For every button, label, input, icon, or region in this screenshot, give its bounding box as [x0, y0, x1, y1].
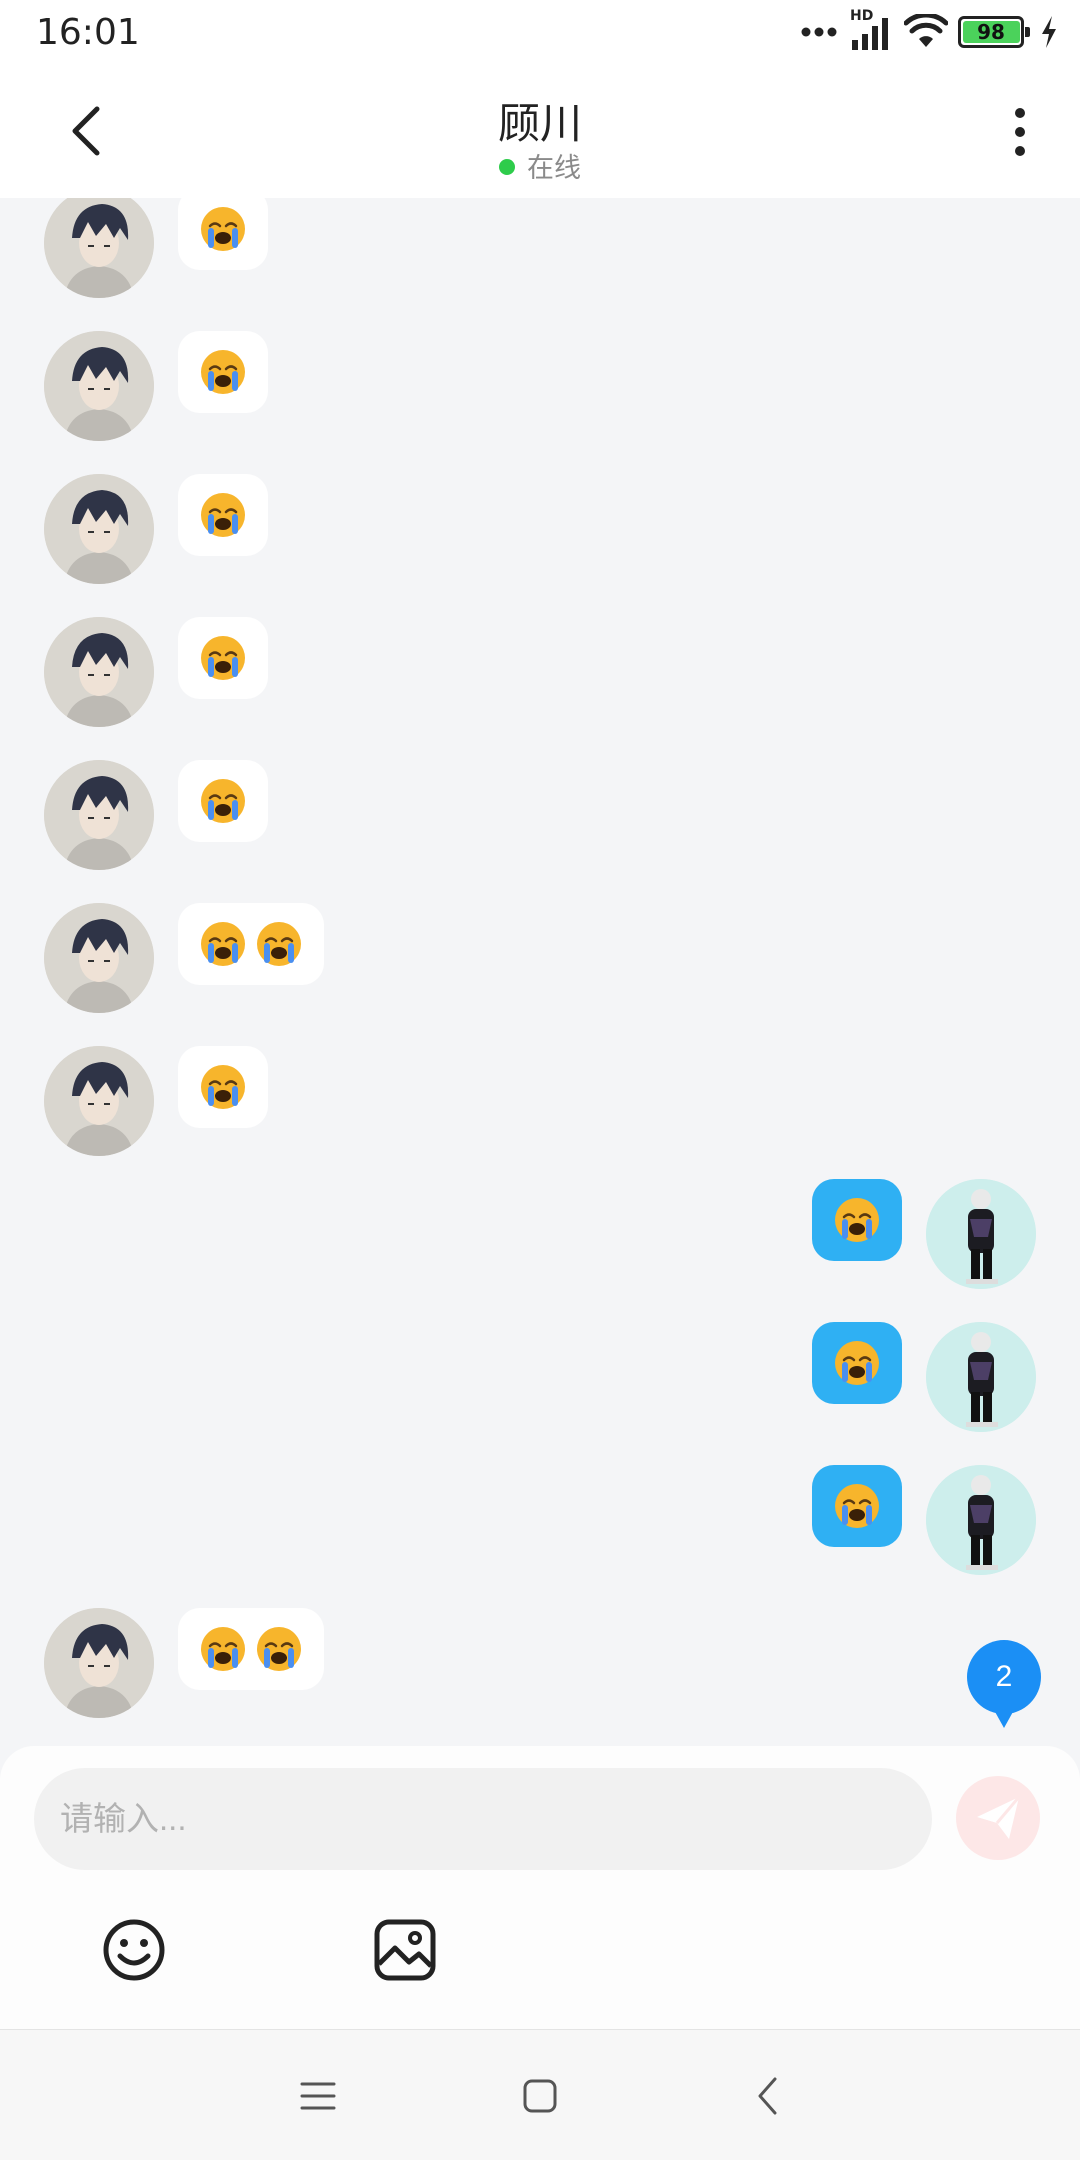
more-vertical-icon [1015, 108, 1025, 118]
message-bubble[interactable] [812, 1179, 902, 1261]
image-icon [374, 1919, 436, 1981]
contact-name: 顾川 [497, 100, 582, 147]
message-bubble[interactable] [178, 617, 268, 699]
loudly-crying-emoji-icon [198, 204, 248, 254]
contact-avatar[interactable] [44, 198, 154, 298]
loudly-crying-emoji-icon [832, 1481, 882, 1531]
contact-avatar[interactable] [44, 760, 154, 870]
more-vertical-icon-dot [1015, 127, 1025, 137]
loudly-crying-emoji-icon [832, 1195, 882, 1245]
incoming-message [44, 760, 268, 870]
my-avatar[interactable] [926, 1322, 1036, 1432]
system-back-button[interactable] [738, 2066, 798, 2126]
message-bubble[interactable] [178, 1608, 324, 1690]
incoming-message [44, 1608, 324, 1718]
contact-avatar[interactable] [44, 903, 154, 1013]
loudly-crying-emoji-icon [832, 1338, 882, 1388]
message-bubble[interactable] [812, 1322, 902, 1404]
send-button[interactable] [956, 1776, 1040, 1860]
message-bubble[interactable] [178, 760, 268, 842]
incoming-message [44, 1046, 268, 1156]
outgoing-message [812, 1322, 1036, 1432]
battery-percent: 98 [977, 20, 1005, 44]
online-indicator [499, 159, 515, 175]
outgoing-message [812, 1465, 1036, 1575]
message-list[interactable] [0, 198, 1080, 1746]
message-bubble[interactable] [178, 1046, 268, 1128]
loudly-crying-emoji-icon [198, 490, 248, 540]
paper-plane-icon [977, 1796, 1021, 1839]
message-bubble[interactable] [812, 1465, 902, 1547]
signal-dots-icon [801, 27, 837, 37]
contact-avatar[interactable] [44, 331, 154, 441]
incoming-message [44, 903, 324, 1013]
emoji-button[interactable] [100, 1916, 168, 1984]
back-icon [758, 2077, 777, 2115]
charging-bolt-icon [1042, 16, 1056, 48]
more-vertical-icon-dot [1015, 146, 1025, 156]
loudly-crying-emoji-icon [198, 776, 248, 826]
message-bubble[interactable] [178, 903, 324, 985]
incoming-message [44, 198, 268, 298]
contact-avatar[interactable] [44, 1046, 154, 1156]
emoji-smile-icon [103, 1919, 165, 1981]
menu-button[interactable] [288, 2066, 348, 2126]
loudly-crying-emoji-icon [254, 1624, 304, 1674]
outgoing-message [812, 1179, 1036, 1289]
cellular-signal-icon: HD [850, 8, 894, 52]
status-time: 16:01 [36, 12, 140, 53]
incoming-message [44, 617, 268, 727]
contact-avatar[interactable] [44, 474, 154, 584]
loudly-crying-emoji-icon [198, 1624, 248, 1674]
status-bar: 16:01 HD 98 [0, 0, 1080, 66]
my-avatar[interactable] [926, 1465, 1036, 1575]
message-bubble[interactable] [178, 474, 268, 556]
incoming-message [44, 331, 268, 441]
loudly-crying-emoji-icon [198, 633, 248, 683]
system-nav-bar [0, 2030, 1080, 2160]
menu-icon [300, 2082, 336, 2110]
contact-avatar[interactable] [44, 617, 154, 727]
home-icon [523, 2079, 557, 2113]
my-avatar[interactable] [926, 1179, 1036, 1289]
loudly-crying-emoji-icon [198, 1062, 248, 1112]
chat-header: 顾川 在线 [0, 66, 1080, 198]
battery-icon: 98 [958, 16, 1030, 48]
incoming-message [44, 474, 268, 584]
message-bubble[interactable] [178, 331, 268, 413]
loudly-crying-emoji-icon [198, 919, 248, 969]
more-options-button[interactable] [1000, 100, 1040, 164]
contact-status: 在线 [0, 146, 1080, 185]
wifi-icon [904, 14, 948, 47]
status-icons: HD 98 [800, 8, 1058, 52]
message-input[interactable] [34, 1768, 932, 1870]
image-button[interactable] [371, 1916, 439, 1984]
loudly-crying-emoji-icon [198, 347, 248, 397]
unread-count-badge[interactable]: 2 [967, 1640, 1041, 1728]
message-bubble[interactable] [178, 198, 268, 270]
home-button[interactable] [510, 2066, 570, 2126]
composer-panel [0, 1746, 1080, 2030]
contact-avatar[interactable] [44, 1608, 154, 1718]
status-text: 在线 [527, 153, 581, 183]
loudly-crying-emoji-icon [254, 919, 304, 969]
